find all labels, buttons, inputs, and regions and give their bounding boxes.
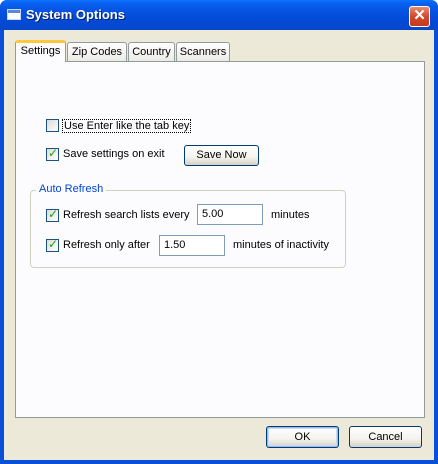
save-now-button[interactable]: Save Now	[184, 145, 259, 166]
refresh-after-label[interactable]: Refresh only after	[63, 239, 150, 251]
close-button[interactable]: ✕	[409, 6, 430, 27]
use-enter-label[interactable]: Use Enter like the tab key	[62, 119, 192, 133]
refresh-lists-interval-input[interactable]: 5.00	[197, 204, 263, 225]
tab-settings[interactable]: Settings	[15, 40, 66, 62]
save-on-exit-checkbox[interactable]	[46, 146, 59, 161]
save-on-exit-label[interactable]: Save settings on exit	[63, 148, 165, 160]
auto-refresh-group	[30, 190, 346, 268]
title-bar[interactable]: System Options ✕	[0, 0, 438, 30]
refresh-lists-label[interactable]: Refresh search lists every	[63, 209, 190, 221]
refresh-lists-unit: minutes	[271, 209, 310, 221]
window-icon	[7, 9, 21, 20]
refresh-after-unit: minutes of inactivity	[233, 239, 329, 251]
tab-country[interactable]: Country	[128, 42, 175, 61]
refresh-lists-checkbox[interactable]	[46, 207, 59, 222]
use-enter-checkbox[interactable]	[46, 119, 59, 132]
tab-zip-codes[interactable]: Zip Codes	[67, 42, 127, 61]
ok-button[interactable]: OK	[266, 426, 339, 448]
tab-scanners[interactable]: Scanners	[176, 42, 230, 61]
settings-panel: Use Enter like the tab key Save settings…	[15, 61, 425, 418]
dialog-client-area: Settings Zip Codes Country Scanners Use …	[4, 30, 434, 460]
refresh-after-input[interactable]: 1.50	[159, 235, 225, 256]
refresh-after-checkbox[interactable]	[46, 237, 59, 252]
window-title: System Options	[26, 7, 125, 22]
cancel-button[interactable]: Cancel	[349, 426, 422, 448]
dialog-window: System Options ✕ Settings Zip Codes Coun…	[0, 0, 438, 464]
auto-refresh-title: Auto Refresh	[36, 183, 107, 195]
